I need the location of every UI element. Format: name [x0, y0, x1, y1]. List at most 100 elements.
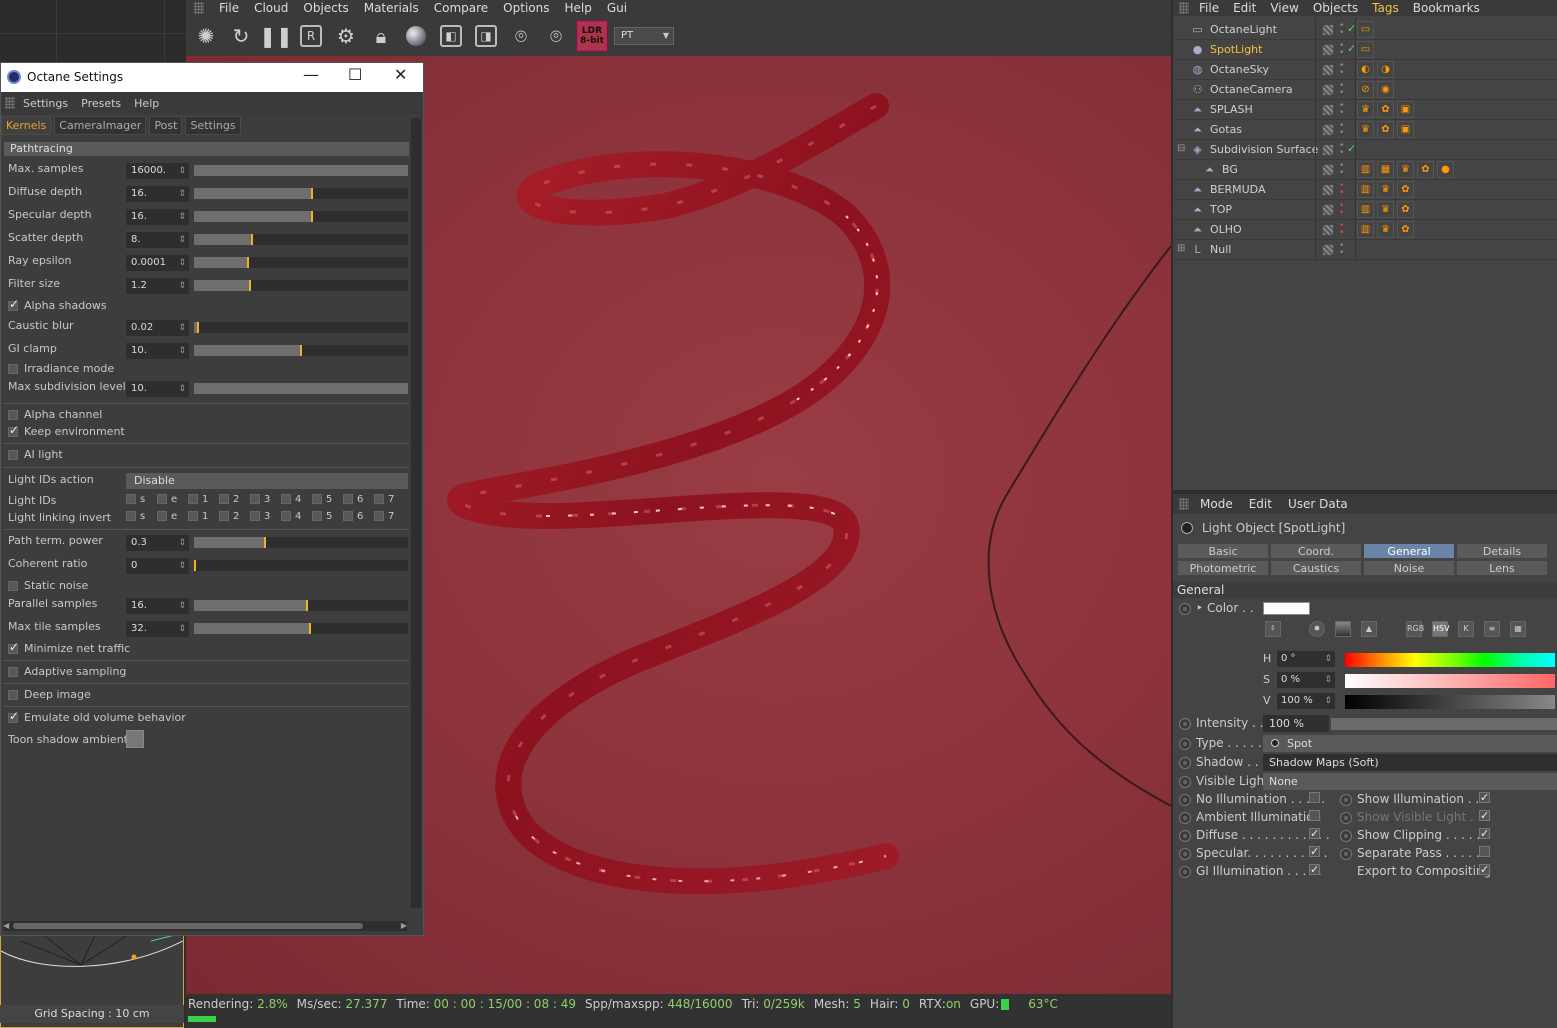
diffuse-depth-slider[interactable]	[194, 188, 408, 199]
ambient-illumination-checkbox[interactable]	[1309, 810, 1320, 821]
close-icon[interactable]: ✕	[394, 65, 407, 84]
diffuse-depth-input[interactable]: 16.	[126, 186, 189, 202]
menu-compare[interactable]: Compare	[434, 1, 488, 15]
tag-icon[interactable]: ●	[1437, 161, 1454, 178]
layer-icon[interactable]	[1323, 125, 1333, 135]
focus-icon[interactable]: ⌾	[507, 22, 535, 50]
object-row-bg[interactable]: ⏶ BG • • ▥ ▦ ♛ ✿ ●	[1173, 160, 1557, 180]
tag-icon[interactable]: ♛	[1377, 181, 1394, 198]
picker-icon[interactable]: ◧	[440, 25, 462, 47]
specular-checkbox[interactable]: ✓	[1309, 846, 1320, 857]
coherent-ratio-slider[interactable]	[194, 560, 408, 571]
saturation-gradient-slider[interactable]	[1345, 674, 1555, 688]
value-gradient-slider[interactable]	[1345, 695, 1555, 709]
menu-objects[interactable]: Objects	[303, 1, 348, 15]
visibility-dots-icon[interactable]: • •	[1339, 142, 1344, 158]
tag-icon[interactable]: ▥	[1357, 201, 1374, 218]
filter-size-input[interactable]: 1.2	[126, 278, 189, 294]
object-row-olho[interactable]: ⏶ OLHO • • ▥ ♛ ✿	[1173, 220, 1557, 240]
visibility-dots-icon[interactable]: • •	[1339, 42, 1344, 58]
light-id-checkbox-6[interactable]: 6	[343, 511, 363, 522]
max-samples-slider[interactable]	[194, 165, 408, 176]
light-id-checkbox-2[interactable]: 2	[219, 494, 239, 505]
tab-kernels[interactable]: Kernels	[1, 116, 52, 135]
hsv-mode-button[interactable]: HSV	[1432, 621, 1450, 637]
scroll-left-icon[interactable]: ◀	[3, 921, 9, 930]
scatter-depth-slider[interactable]	[194, 234, 408, 245]
visibility-dots-icon[interactable]: • •	[1339, 202, 1344, 218]
layer-icon[interactable]	[1323, 185, 1333, 195]
ldr-toggle[interactable]: LDR 8-bit	[577, 21, 607, 51]
anim-radio-icon[interactable]	[1179, 848, 1191, 860]
octane-title-bar[interactable]: Octane Settings — ☐ ✕	[1, 63, 423, 92]
tag-icon[interactable]: ◉	[1377, 81, 1394, 98]
anim-radio-icon[interactable]	[1340, 830, 1352, 842]
kelvin-mode-button[interactable]: K	[1458, 621, 1474, 637]
scroll-right-icon[interactable]: ▶	[401, 921, 407, 930]
visibility-dots-icon[interactable]: • •	[1339, 162, 1344, 178]
pause-icon[interactable]: ❚❚	[259, 22, 293, 50]
tab-coord[interactable]: Coord.	[1270, 543, 1362, 559]
light-id-checkbox-6[interactable]: 6	[343, 494, 363, 505]
octane-horizontal-scrollbar[interactable]: ◀ ▶	[3, 921, 407, 931]
light-id-checkbox-7[interactable]: 7	[374, 511, 394, 522]
anim-radio-icon[interactable]	[1179, 866, 1191, 878]
picker2-icon[interactable]: ◨	[475, 25, 497, 47]
color-swatch[interactable]	[1263, 602, 1310, 615]
visibility-dots-icon[interactable]: • •	[1339, 82, 1344, 98]
tag-icon[interactable]: ♛	[1377, 221, 1394, 238]
attr-menu-edit[interactable]: Edit	[1249, 497, 1272, 511]
anim-radio-icon[interactable]	[1179, 603, 1191, 615]
object-row-octanelight[interactable]: ▭ OctaneLight • • ✓ ▭	[1173, 20, 1557, 40]
show-clipping-checkbox[interactable]: ✓	[1479, 828, 1490, 839]
static-noise-checkbox[interactable]: Static noise	[8, 579, 88, 595]
layer-icon[interactable]	[1323, 65, 1333, 75]
layer-icon[interactable]	[1323, 105, 1333, 115]
tag-icon[interactable]: ▦	[1377, 161, 1394, 178]
layer-icon[interactable]	[1323, 145, 1333, 155]
anim-radio-icon[interactable]	[1179, 794, 1191, 806]
alpha-channel-checkbox[interactable]: Alpha channel	[8, 408, 102, 424]
tag-icon[interactable]: ▭	[1357, 41, 1374, 58]
specular-depth-slider[interactable]	[194, 211, 408, 222]
obj-menu-objects[interactable]: Objects	[1313, 1, 1358, 15]
pathtracing-section[interactable]: Pathtracing	[4, 142, 409, 156]
refresh-icon[interactable]: ↻	[227, 22, 255, 50]
tab-noise[interactable]: Noise	[1363, 560, 1455, 576]
tag-icon[interactable]: ◐	[1357, 61, 1374, 78]
gear-icon[interactable]: ⚙	[332, 22, 360, 50]
image-mode-icon[interactable]: ▲	[1361, 621, 1377, 637]
ray-epsilon-input[interactable]: 0.0001	[126, 255, 189, 271]
keep-environment-checkbox[interactable]: Keep environment	[8, 423, 125, 441]
no-illumination-checkbox[interactable]	[1309, 792, 1320, 803]
tag-icon[interactable]: ▣	[1397, 101, 1414, 118]
export-to-compositing-checkbox[interactable]: ✓	[1479, 864, 1490, 875]
tag-icon[interactable]: ▥	[1357, 221, 1374, 238]
tab-post[interactable]: Post	[149, 116, 183, 135]
tag-icon[interactable]: ✿	[1397, 181, 1414, 198]
octane-menu-presets[interactable]: Presets	[81, 97, 121, 110]
light-id-checkbox-5[interactable]: 5	[312, 511, 332, 522]
tab-lens[interactable]: Lens	[1456, 560, 1548, 576]
light-id-checkbox-s[interactable]: s	[126, 511, 145, 522]
light-id-checkbox-3[interactable]: 3	[250, 494, 270, 505]
obj-menu-bookmarks[interactable]: Bookmarks	[1413, 1, 1480, 15]
light-id-checkbox-e[interactable]: e	[157, 494, 177, 505]
tab-general[interactable]: General	[1363, 543, 1455, 559]
light-id-checkbox-3[interactable]: 3	[250, 511, 270, 522]
layer-icon[interactable]	[1323, 25, 1333, 35]
anim-radio-icon[interactable]	[1340, 794, 1352, 806]
saturation-input[interactable]: 0 %	[1277, 672, 1335, 688]
object-row-spotlight[interactable]: ● SpotLight • • ✓ ▭	[1173, 40, 1557, 60]
tag-icon[interactable]: ▥	[1357, 161, 1374, 178]
layer-icon[interactable]	[1323, 205, 1333, 215]
coherent-ratio-input[interactable]: 0	[126, 558, 189, 574]
layer-icon[interactable]	[1323, 165, 1333, 175]
object-row-bermuda[interactable]: ⏶ BERMUDA • • ▥ ♛ ✿	[1173, 180, 1557, 200]
show-illumination-checkbox[interactable]: ✓	[1479, 792, 1490, 803]
gi-clamp-slider[interactable]	[194, 345, 408, 356]
anim-radio-icon[interactable]	[1179, 718, 1191, 730]
object-row-splash[interactable]: ⏶ SPLASH • • ♛ ✿ ▣	[1173, 100, 1557, 120]
tag-icon[interactable]: ✿	[1397, 221, 1414, 238]
diffuse-checkbox[interactable]: ✓	[1309, 828, 1320, 839]
